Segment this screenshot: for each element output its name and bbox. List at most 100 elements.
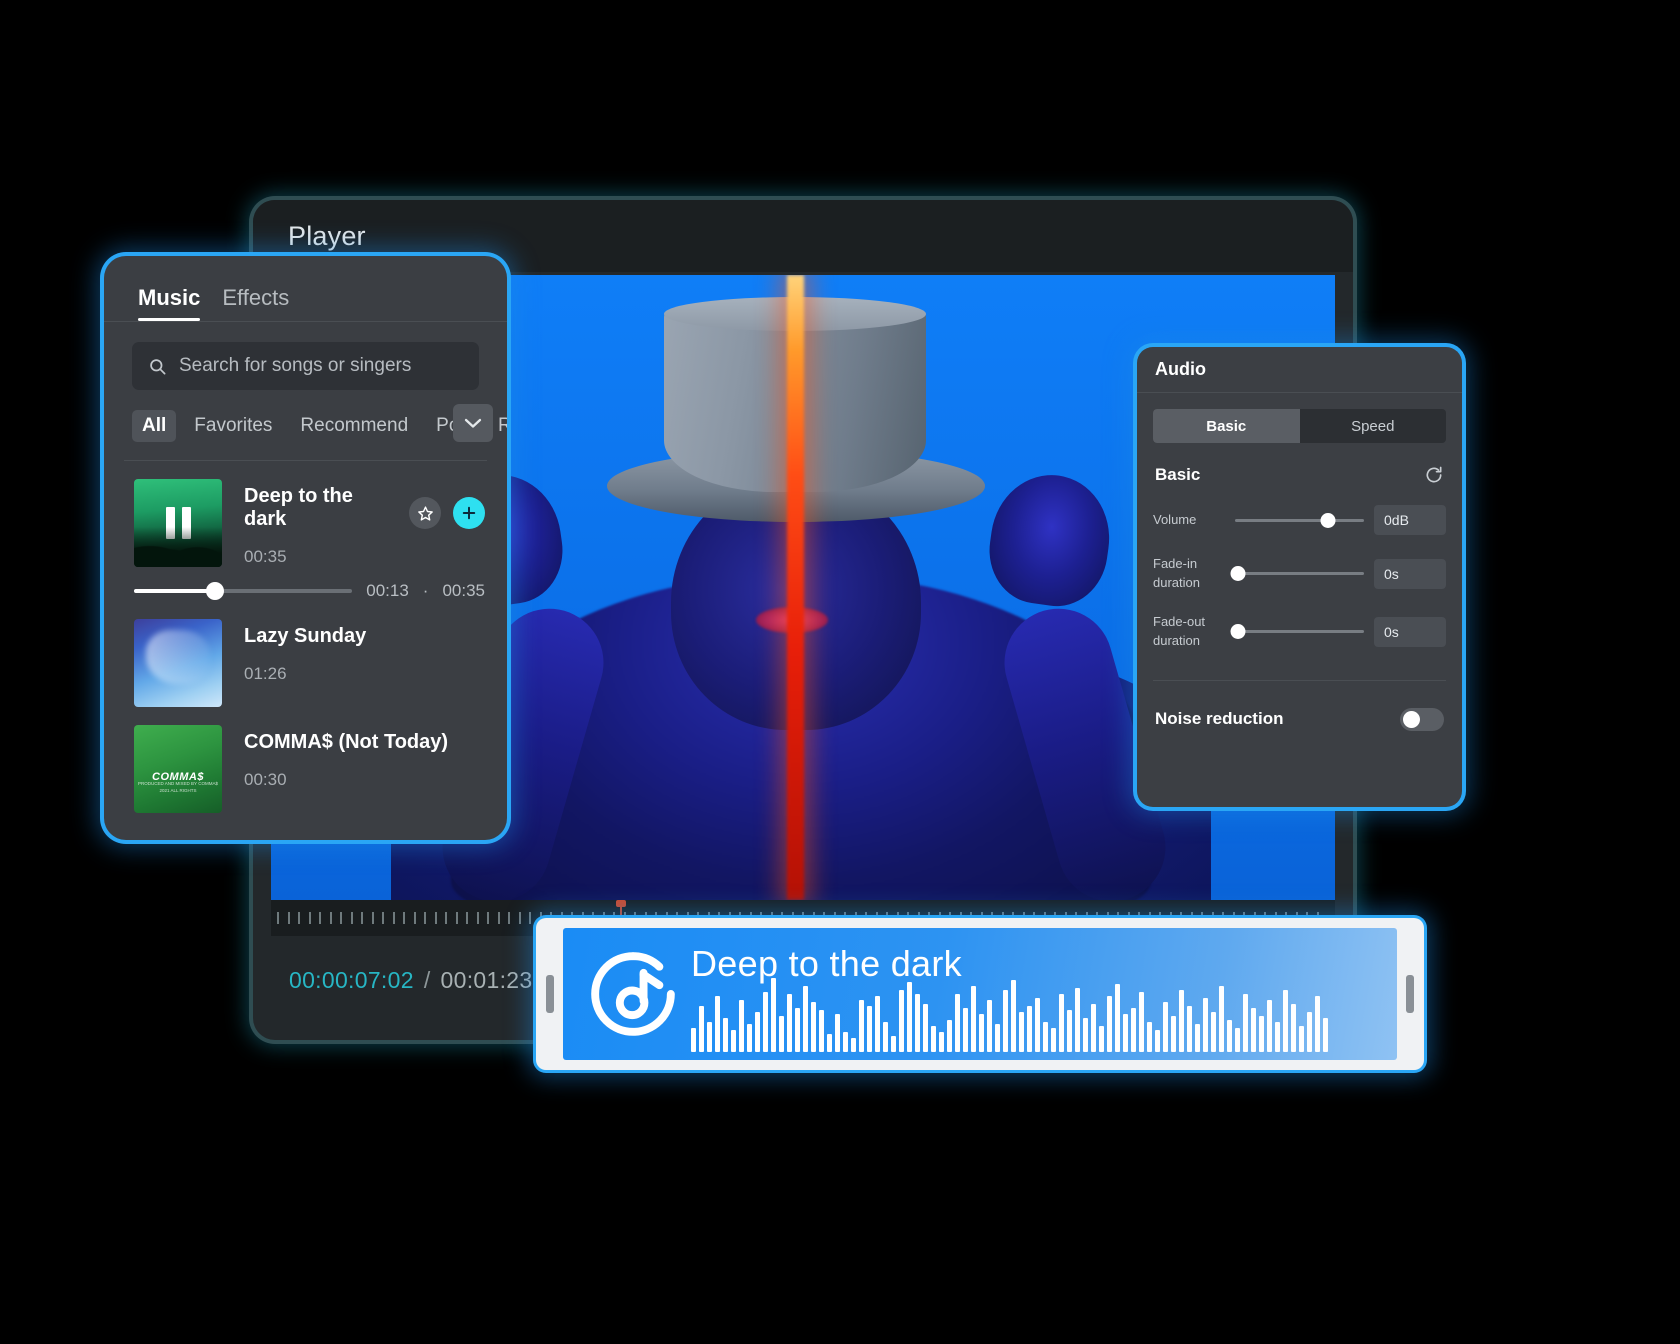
timeline-tick: [382, 912, 384, 924]
waveform-bar: [827, 1034, 832, 1052]
waveform-bar: [1283, 990, 1288, 1052]
song-meta: Deep to the dark 00:35: [244, 479, 387, 567]
volume-control-row: Volume 0dB: [1137, 505, 1462, 535]
waveform-bar: [1219, 986, 1224, 1052]
timeline-tick: [529, 912, 531, 924]
list-item[interactable]: Deep to the dark 00:35: [104, 461, 507, 567]
waveform-bar: [819, 1010, 824, 1052]
waveform-bar: [1187, 1006, 1192, 1052]
fade-out-slider[interactable]: [1230, 624, 1364, 640]
waveform-bar: [939, 1032, 944, 1052]
tab-basic[interactable]: Basic: [1153, 409, 1300, 443]
waveform-bar: [1083, 1018, 1088, 1052]
album-thumbnail: [134, 479, 222, 567]
timeline-tick: [308, 912, 311, 924]
tab-effects[interactable]: Effects: [222, 285, 289, 321]
waveform-bar: [931, 1026, 936, 1052]
timeline-tick: [466, 912, 468, 924]
clip-body[interactable]: Deep to the dark: [563, 928, 1397, 1060]
waveform-bar: [1147, 1022, 1152, 1052]
waveform-bar: [699, 1006, 704, 1052]
clip-trim-handle-right[interactable]: [1406, 975, 1414, 1013]
noise-reduction-toggle[interactable]: [1400, 708, 1444, 732]
plus-icon: [462, 506, 476, 520]
waveform-bar: [691, 1028, 696, 1052]
volume-value-field[interactable]: 0dB: [1374, 505, 1446, 535]
timeline-tick: [350, 912, 353, 924]
progress-knob[interactable]: [205, 582, 224, 600]
fade-in-slider[interactable]: [1230, 566, 1364, 582]
pause-icon[interactable]: [134, 479, 222, 567]
waveform-bar: [851, 1038, 856, 1052]
timeline-tick: [476, 912, 479, 924]
list-item[interactable]: COMMA$ PRODUCED AND MIXED BY COMMA$ 2021…: [104, 707, 507, 813]
filter-overflow-button[interactable]: [453, 404, 493, 442]
timecode-separator: /: [423, 966, 431, 993]
add-to-timeline-button[interactable]: [453, 497, 485, 529]
page-title: Player: [288, 220, 366, 251]
waveform-bar: [1051, 1028, 1056, 1052]
waveform-bar: [1019, 1012, 1024, 1052]
waveform-bar: [867, 1006, 872, 1052]
volume-slider[interactable]: [1235, 512, 1364, 528]
audio-panel-header: Audio: [1137, 347, 1462, 393]
waveform-bar: [1251, 1008, 1256, 1052]
waveform-bar: [1211, 1012, 1216, 1052]
waveform-bar: [923, 1004, 928, 1052]
waveform-bar: [771, 978, 776, 1052]
pause-bar-right: [181, 507, 191, 539]
filter-chip-favorites[interactable]: Favorites: [184, 410, 282, 442]
search-input[interactable]: Search for songs or singers: [132, 342, 479, 390]
song-progress-row[interactable]: 00:13 · 00:35: [104, 567, 507, 601]
song-title: Deep to the dark: [244, 485, 353, 530]
filter-chip-all[interactable]: All: [132, 410, 177, 442]
timeline-tick: [508, 912, 510, 924]
star-icon: [417, 505, 433, 521]
timeline-tick: [487, 912, 489, 924]
song-title: COMMA$ (Not Today): [244, 731, 449, 753]
fade-in-slider-knob[interactable]: [1230, 566, 1246, 582]
favorite-button[interactable]: [409, 497, 441, 529]
progress-track[interactable]: [134, 582, 353, 600]
waveform-bar: [1267, 1000, 1272, 1052]
audio-properties-panel: Audio Basic Speed Basic Volume 0dB Fade-…: [1137, 347, 1462, 807]
waveform-bar: [1163, 1002, 1168, 1052]
tab-speed[interactable]: Speed: [1300, 409, 1447, 443]
waveform-bar: [1059, 994, 1064, 1052]
timecode-current: 00:00:07:02: [289, 966, 414, 993]
album-cover-subtext: PRODUCED AND MIXED BY COMMA$ 2021 ALL RI…: [138, 781, 218, 794]
waveform-bar: [1003, 990, 1008, 1052]
album-thumbnail: COMMA$ PRODUCED AND MIXED BY COMMA$ 2021…: [134, 725, 222, 813]
waveform-bar: [1075, 988, 1080, 1052]
song-duration: 00:30: [244, 770, 287, 789]
clip-trim-handle-left[interactable]: [546, 975, 554, 1013]
fade-in-value-field[interactable]: 0s: [1374, 558, 1446, 589]
timeline-tick: [340, 912, 342, 924]
reset-icon[interactable]: [1424, 465, 1444, 485]
tab-music[interactable]: Music: [138, 285, 201, 321]
timeline-tick: [277, 912, 279, 924]
timeline-tick: [371, 912, 374, 924]
chevron-down-icon: [464, 418, 482, 428]
volume-slider-knob[interactable]: [1320, 512, 1336, 528]
audio-clip[interactable]: Deep to the dark: [536, 918, 1424, 1070]
fade-out-slider-knob[interactable]: [1230, 624, 1246, 640]
search-placeholder: Search for songs or singers: [179, 355, 412, 376]
progress-total: 00:35: [442, 581, 485, 600]
filter-chip-recommend[interactable]: Recommend: [290, 410, 418, 442]
waveform-bar: [723, 1018, 728, 1052]
noise-reduction-label: Noise reduction: [1155, 709, 1284, 729]
list-item[interactable]: Lazy Sunday 01:26: [104, 601, 507, 707]
song-list[interactable]: Deep to the dark 00:35 00:13 · 00:35 Laz…: [104, 461, 507, 840]
figure-right-hand: [982, 467, 1118, 613]
noise-reduction-row: Noise reduction: [1137, 681, 1462, 735]
timeline-tick: [287, 912, 290, 924]
basic-section-header: Basic: [1137, 443, 1462, 485]
filter-chip-row: All Favorites Recommend Pop R: [104, 390, 507, 460]
playhead-handle[interactable]: [616, 900, 626, 907]
music-note-circle-icon: [591, 952, 675, 1036]
waveform-bar: [1203, 998, 1208, 1052]
song-title: Lazy Sunday: [244, 625, 367, 647]
waveform-bar: [1123, 1014, 1128, 1052]
fade-out-value-field[interactable]: 0s: [1374, 616, 1446, 647]
